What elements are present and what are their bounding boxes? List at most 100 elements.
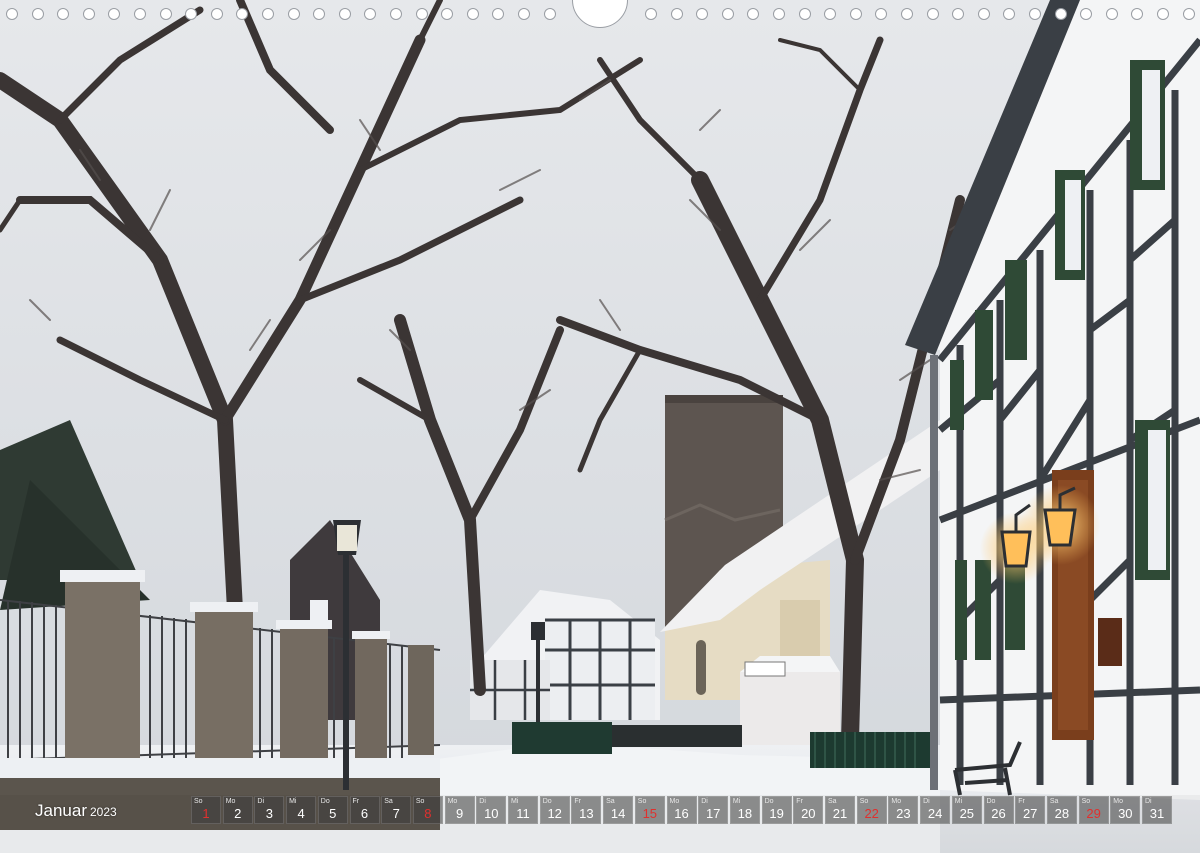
day-cell: Fr 27 <box>1015 796 1046 824</box>
day-cell: Mi 18 <box>729 796 760 824</box>
binding-hole <box>1080 8 1093 20</box>
weekday-label: Mo <box>1113 798 1124 805</box>
binding-hole <box>901 8 913 20</box>
binding-hole <box>977 8 990 20</box>
weekday-label: Do <box>320 798 330 805</box>
binding-hole <box>31 8 44 20</box>
day-number: 2 <box>234 806 242 821</box>
binding-hole <box>721 8 734 20</box>
day-number: 27 <box>1022 806 1038 821</box>
day-number: 9 <box>455 806 464 821</box>
day-number: 24 <box>927 806 943 821</box>
day-cell: Mo 9 <box>444 796 475 824</box>
day-number: 14 <box>610 806 626 821</box>
binding-hole <box>57 8 70 20</box>
binding-hole <box>773 8 785 20</box>
day-number: 29 <box>1086 806 1101 821</box>
day-cell: So 1 <box>191 796 221 824</box>
weekday-label: Mi <box>732 798 741 805</box>
day-cell: Do 12 <box>539 796 570 824</box>
day-cell: Sa 14 <box>603 796 634 824</box>
binding-hole <box>262 8 274 20</box>
day-cell: Mo 2 <box>222 796 253 824</box>
day-number: 31 <box>1149 806 1165 821</box>
day-number: 11 <box>516 806 530 821</box>
day-cell: Sa 21 <box>825 796 855 824</box>
binding-hole <box>210 8 223 20</box>
day-number: 1 <box>202 806 210 821</box>
weekday-label: Mi <box>511 798 519 805</box>
day-grid: So 1 Mo 2 Di 3 Mi 4 Do 5 Fr 6 Sa 7 So 8 Mo 9 Di 10 Mi 11 Do 12 F… <box>191 796 1172 824</box>
binding-hole <box>1054 8 1067 20</box>
weekday-label: So <box>859 798 869 805</box>
hanger-hole <box>572 0 628 28</box>
binding-hole <box>441 8 454 20</box>
day-number: 8 <box>424 806 432 821</box>
day-cell: Fr 13 <box>571 796 602 824</box>
day-number: 25 <box>959 806 975 821</box>
day-number: 23 <box>896 806 911 821</box>
day-number: 10 <box>484 806 499 821</box>
binding-hole <box>82 8 95 20</box>
binding-hole <box>492 8 505 20</box>
binding-hole <box>159 8 172 20</box>
binding-hole <box>1157 8 1169 20</box>
day-cell: Do 26 <box>983 796 1014 824</box>
weekday-label: Do <box>986 798 996 805</box>
day-cell: Di 24 <box>920 796 951 824</box>
day-cell: So 22 <box>856 796 887 824</box>
day-number: 20 <box>801 806 816 821</box>
binding-hole <box>849 8 862 20</box>
weekday-label: Mo <box>225 798 236 805</box>
weekday-label: Di <box>701 798 708 805</box>
weekday-label: Fr <box>796 798 803 805</box>
day-number: 4 <box>297 806 305 821</box>
day-cell: Fr 20 <box>793 796 824 824</box>
day-number: 3 <box>265 806 273 821</box>
weekday-label: Mo <box>669 798 680 805</box>
binding-hole <box>518 8 530 20</box>
binding-hole <box>1105 8 1118 20</box>
day-number: 18 <box>737 806 753 821</box>
binding-hole <box>6 8 18 20</box>
weekday-label: Fr <box>1018 798 1025 805</box>
binding-hole <box>543 8 556 20</box>
day-cell: Mo 16 <box>666 796 697 824</box>
weekday-label: Di <box>479 798 486 805</box>
day-cell: Di 31 <box>1142 796 1172 824</box>
day-cell: Sa 28 <box>1046 796 1077 824</box>
day-cell: Di 3 <box>254 796 285 824</box>
binding-hole <box>236 8 249 20</box>
winter-village-photo <box>0 0 1200 853</box>
day-number: 22 <box>864 806 879 821</box>
day-cell: Fr 6 <box>349 796 380 824</box>
day-number: 7 <box>392 806 400 821</box>
photo-scene <box>0 0 1200 853</box>
weekday-label: Di <box>923 798 930 805</box>
day-cell: Do 19 <box>761 796 792 824</box>
binding-hole <box>1029 8 1041 20</box>
binding-hole <box>952 8 965 20</box>
day-number: 12 <box>547 806 562 821</box>
weekday-label: So <box>637 798 647 805</box>
day-number: 15 <box>642 806 658 821</box>
calendar-strip: Januar 2023 So 1 Mo 2 Di 3 Mi 4 Do 5 Fr 6 Sa 7 So 8 Mo 9 Di… <box>30 795 1180 825</box>
weekday-label: Sa <box>828 798 837 805</box>
day-cell: Do 5 <box>317 796 348 824</box>
weekday-label: Mo <box>447 798 458 805</box>
day-cell: Mo 23 <box>888 796 919 824</box>
binding-hole <box>1003 8 1016 20</box>
binding-hole <box>338 8 351 20</box>
day-cell: Mi 11 <box>508 796 538 824</box>
binding-hole <box>134 8 146 20</box>
binding-hole <box>747 8 760 20</box>
binding-hole <box>466 8 479 20</box>
weekday-label: Do <box>764 798 774 805</box>
weekday-label: So <box>415 798 425 805</box>
weekday-label: Mi <box>289 798 297 805</box>
day-cell: Mo 30 <box>1110 796 1141 824</box>
day-number: 30 <box>1118 806 1133 821</box>
weekday-label: So <box>1081 798 1091 805</box>
binding-hole <box>696 8 709 20</box>
binding-hole <box>798 8 811 20</box>
